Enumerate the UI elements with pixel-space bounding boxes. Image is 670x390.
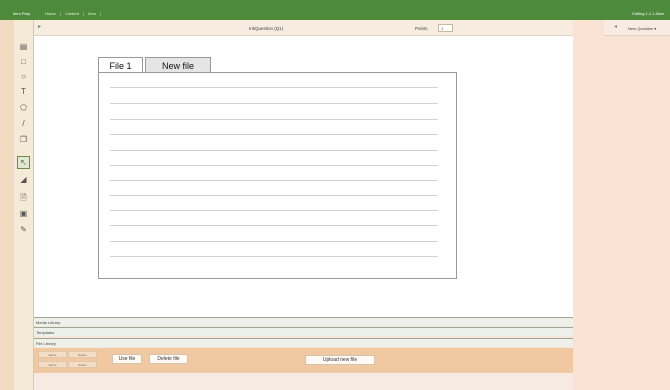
resize-icon[interactable]: ◢ <box>17 173 30 186</box>
tab-file-1[interactable]: File 1 <box>98 57 143 73</box>
media-library-bar[interactable]: Media Library <box>34 317 573 326</box>
ruled-line <box>110 150 438 151</box>
polygon-icon[interactable]: ⬠ <box>17 101 30 114</box>
points-label: Points <box>415 26 428 31</box>
file-name-cell[interactable]: Name <box>38 361 67 368</box>
breadcrumb-home[interactable]: Home <box>45 11 56 16</box>
right-panel: ◂ New Question ▾ <box>573 20 670 390</box>
breadcrumb-separator: | <box>83 11 85 16</box>
file-delete-cell[interactable]: Delete <box>68 361 97 368</box>
file-name-cell[interactable]: Name <box>38 351 67 358</box>
file-delete-cell[interactable]: Delete <box>68 351 97 358</box>
collapse-right-arrow-icon[interactable]: ◂ <box>614 23 617 30</box>
use-file-button[interactable]: Use file <box>112 354 142 364</box>
ruled-line <box>110 195 438 196</box>
editor-canvas: File 1 New file <box>34 36 573 317</box>
file-library-bar[interactable]: File Library <box>34 338 573 347</box>
ruled-line <box>110 225 438 226</box>
line-icon[interactable]: / <box>17 117 30 130</box>
text-icon[interactable]: T <box>17 85 30 98</box>
collapse-left-arrow-icon[interactable]: ▸ <box>38 23 41 30</box>
upload-new-file-button[interactable]: Upload new file <box>305 355 375 365</box>
app-brand[interactable]: Item Prep <box>13 11 30 16</box>
breadcrumb-separator: | <box>100 11 102 16</box>
pointer-icon[interactable]: ↖ <box>17 156 30 169</box>
file-library-panel: Name Delete Name Delete Use file Delete … <box>34 348 573 373</box>
copy-icon[interactable]: ❐ <box>17 133 30 146</box>
question-titlebar: ▸ InkQuestion (Q1) Points <box>34 20 573 36</box>
edit-image-icon[interactable]: ✎ <box>17 223 30 236</box>
breadcrumb-separator: | <box>59 11 61 16</box>
templates-bar[interactable]: Templates <box>34 327 573 336</box>
breadcrumb: Home | Content | Item | <box>45 11 104 16</box>
left-margin-strip <box>0 20 14 390</box>
ellipse-icon[interactable]: ○ <box>17 70 30 83</box>
ruled-line <box>110 165 438 166</box>
rectangle-icon[interactable]: □ <box>17 55 30 68</box>
points-input[interactable] <box>438 24 453 32</box>
ruled-line <box>110 256 438 257</box>
breadcrumb-item[interactable]: Item <box>88 11 96 16</box>
drawing-toolbar: ▤ □ ○ T ⬠ / ❐ ↖ ◢ 🗎 ▣ ✎ <box>14 20 34 390</box>
ruled-line <box>110 180 438 181</box>
file-icon[interactable]: 🗎 <box>17 191 30 204</box>
tab-new-file[interactable]: New file <box>145 57 211 73</box>
question-title: InkQuestion (Q1) <box>249 26 284 31</box>
lined-writing-area[interactable] <box>98 72 457 279</box>
ruled-line <box>110 87 438 88</box>
ruled-line <box>110 210 438 211</box>
user-status[interactable]: Editing 1.1.1 Alice <box>632 11 664 16</box>
delete-file-button[interactable]: Delete file <box>149 354 188 364</box>
ruled-line <box>110 241 438 242</box>
select-image-icon[interactable]: ▤ <box>17 40 30 53</box>
new-question-dropdown[interactable]: New Question ▾ <box>628 26 656 31</box>
ruled-line <box>110 119 438 120</box>
breadcrumb-content[interactable]: Content <box>65 11 79 16</box>
top-navigation-bar: Item Prep Home | Content | Item | Editin… <box>0 0 670 20</box>
paste-icon[interactable]: ▣ <box>17 207 30 220</box>
ruled-line <box>110 134 438 135</box>
ruled-line <box>110 103 438 104</box>
footer <box>34 373 573 390</box>
